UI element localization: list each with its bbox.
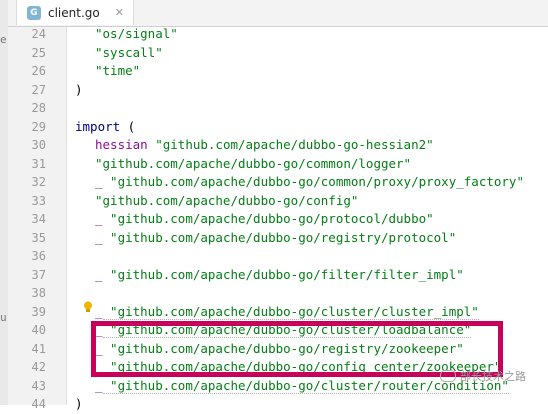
line-number: 44 (31, 397, 46, 411)
code-token: "time" (95, 63, 141, 78)
code-token: _ (95, 266, 103, 282)
code-token: _ (95, 303, 103, 319)
line-number: 37 (31, 267, 46, 282)
code-token: _ (95, 340, 103, 356)
code-token: "github.com/apache/dubbo-go/cluster/load… (102, 322, 472, 338)
code-line: _ "github.com/apache/dubbo-go/cluster/cl… (95, 302, 548, 322)
code-token: "github.com/apache/dubbo-go/config" (95, 192, 359, 208)
line-number: 28 (31, 101, 46, 115)
code-line: _ "github.com/apache/dubbo-go/common/pro… (95, 172, 548, 192)
code-token: "github.com/apache/dubbo-go/common/proxy… (102, 174, 524, 189)
code-editor[interactable]: "os/signal" "syscall" "time") import (hessi… (67, 24, 548, 411)
code-line: hessian "github.com/apache/dubbo-go-hess… (95, 135, 548, 155)
watermark: 部长技术之路 (440, 368, 526, 384)
code-token: ( (120, 118, 136, 134)
code-token: "github.com/apache/dubbo-go-hessian2" (147, 137, 434, 152)
line-number: 30 (31, 138, 46, 152)
panel-stub-text: e (0, 33, 7, 46)
code-token: "github.com/apache/dubbo-go/protocol/dub… (102, 211, 434, 226)
line-number-gutter: 24 25 26 27 28 29 30 31 32 33 34 35 36 37 38 39 40 41 42 43… (8, 27, 67, 411)
line-number: 42 (31, 360, 46, 374)
wechat-logo-icon (440, 370, 456, 382)
code-token: _ (95, 211, 103, 226)
code-line: _ "github.com/apache/dubbo-go/registry/z… (95, 339, 548, 359)
lightbulb-icon[interactable] (83, 301, 93, 313)
line-number: 31 (31, 156, 46, 171)
watermark-text: 部长技术之路 (460, 370, 526, 383)
line-number: 25 (31, 45, 46, 60)
line-number: 35 (31, 230, 46, 245)
line-number: 32 (31, 175, 46, 189)
code-line: "github.com/apache/dubbo-go/common/logge… (95, 154, 548, 174)
code-token: "github.com/apache/dubbo-go/registry/pro… (102, 229, 457, 245)
code-token: "os/signal" (95, 26, 178, 41)
line-number: 36 (31, 249, 46, 263)
tab-client-go[interactable]: G client.go ✕ (16, 0, 134, 25)
close-icon[interactable]: ✕ (115, 6, 124, 19)
line-number: 39 (31, 304, 46, 319)
code-line: _ "github.com/apache/dubbo-go/registry/p… (95, 228, 548, 248)
code-token: "syscall" (95, 44, 163, 60)
line-number: 38 (31, 286, 46, 300)
code-token: _ (95, 229, 103, 245)
code-line: "os/signal" (95, 24, 548, 44)
line-number: 34 (31, 212, 46, 226)
line-number: 29 (31, 119, 46, 134)
code-line: "github.com/apache/dubbo-go/config" (95, 191, 548, 211)
go-file-icon: G (27, 5, 41, 20)
editor-tab-bar: G client.go ✕ (8, 0, 548, 27)
line-number: 24 (31, 27, 46, 41)
code-line: "syscall" (95, 43, 548, 63)
code-token: "github.com/apache/dubbo-go/cluster/clus… (102, 303, 479, 320)
code-token: ) (75, 81, 83, 97)
line-number: 27 (31, 82, 46, 97)
line-number: 40 (31, 323, 46, 337)
code-line: "time" (95, 61, 548, 81)
code-token: "github.com/apache/dubbo-go/common/logge… (95, 155, 412, 171)
code-line: _ "github.com/apache/dubbo-go/cluster/lo… (95, 320, 548, 340)
code-token: "github.com/apache/dubbo-go/registry/zoo… (102, 340, 464, 356)
code-token: ) (75, 396, 83, 411)
code-token: "github.com/apache/dubbo-go/filter/filte… (102, 266, 464, 282)
code-line: _ "github.com/apache/dubbo-go/protocol/d… (95, 209, 548, 229)
tab-label: client.go (48, 5, 100, 20)
line-number: 41 (31, 341, 46, 356)
code-line: import ( (75, 117, 548, 137)
code-token: _ (95, 377, 103, 393)
line-number: 33 (31, 193, 46, 208)
code-token: import (75, 118, 121, 134)
line-number: 26 (31, 64, 46, 78)
code-line: ) (75, 394, 548, 414)
code-token: hessian (95, 137, 148, 152)
code-token: _ (95, 359, 103, 374)
code-line: ) (75, 80, 548, 100)
code-token: _ (95, 322, 103, 337)
code-token: _ (95, 174, 103, 189)
code-line: _ "github.com/apache/dubbo-go/filter/fil… (95, 265, 548, 285)
line-number: 43 (31, 378, 46, 393)
